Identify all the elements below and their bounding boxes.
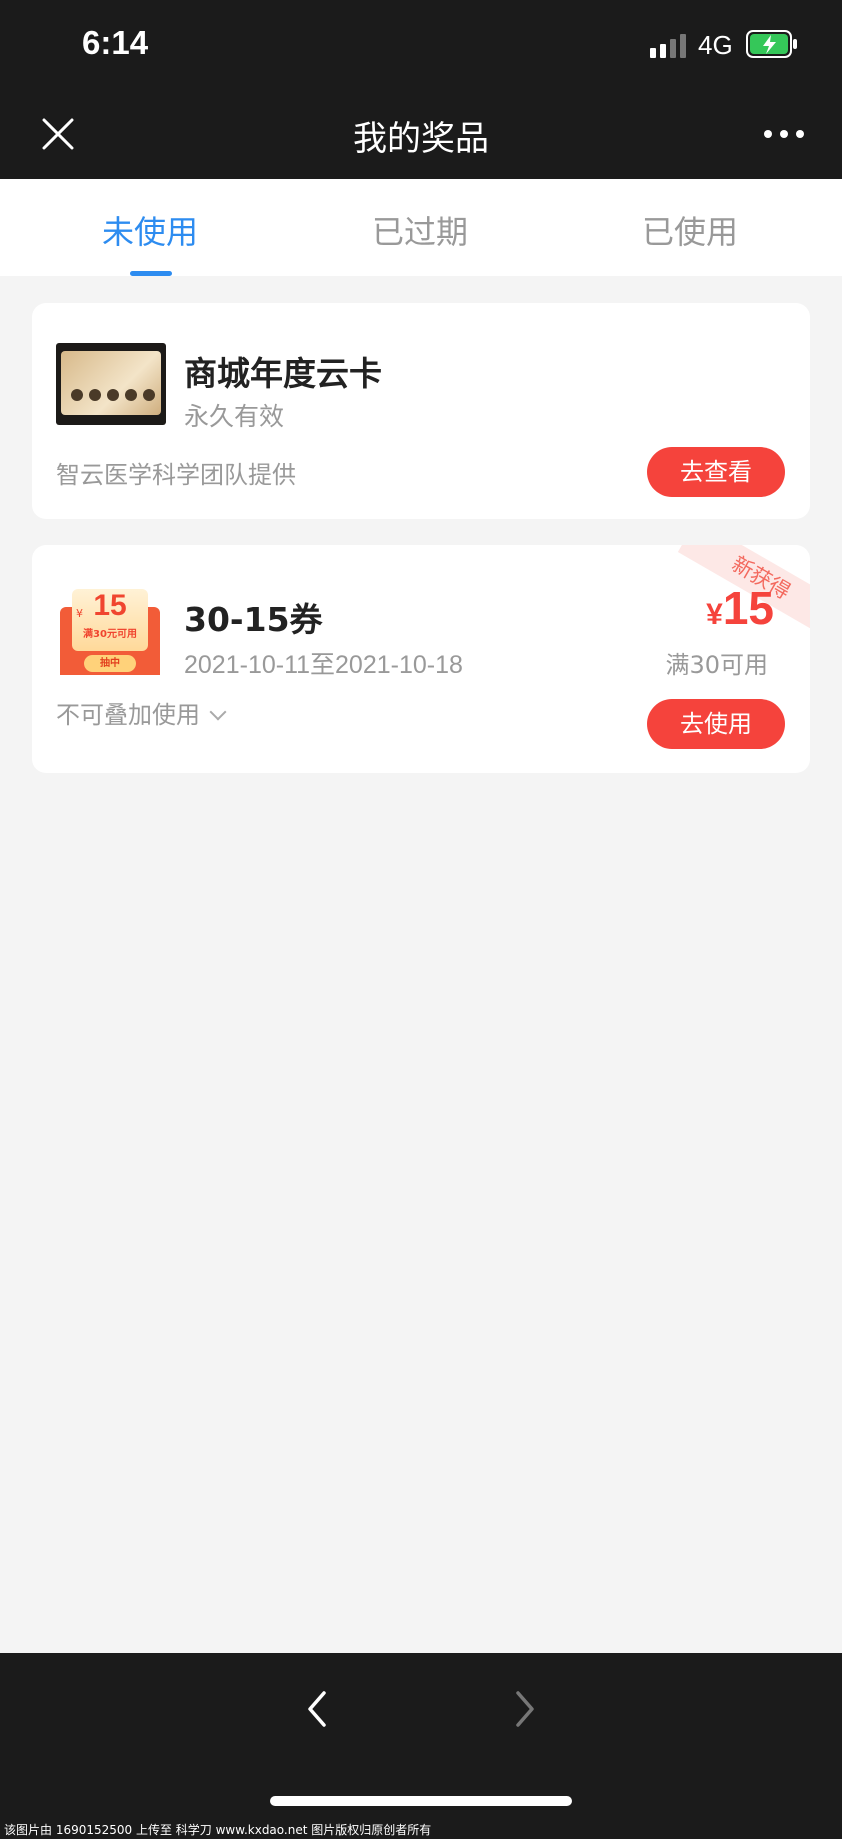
coupon-icon-amount: 15 (93, 589, 127, 622)
tab-active-indicator (130, 271, 172, 276)
prize-title: 30-15券 (184, 600, 323, 639)
forward-arrow-icon[interactable] (506, 1689, 542, 1729)
tab-used[interactable]: 已使用 (590, 207, 790, 253)
use-button[interactable]: 去使用 (647, 699, 785, 749)
prize-title: 商城年度云卡 (184, 354, 382, 393)
view-button[interactable]: 去查看 (647, 447, 785, 497)
status-time: 6:14 (82, 24, 149, 61)
coupon-envelope-icon: ¥ 15 满30元可用 抽中 (60, 589, 164, 675)
tab-bar: 未使用 已过期 已使用 (0, 179, 842, 276)
home-indicator (270, 1796, 572, 1806)
prize-provider: 智云医学科学团队提供 (56, 461, 296, 489)
stack-rule-label: 不可叠加使用 (56, 701, 200, 729)
network-type: 4G (698, 30, 733, 60)
more-icon[interactable] (762, 124, 806, 144)
bottom-nav-bar: 该图片由 1690152500 上传至 科学刀 www.kxdao.net 图片… (0, 1653, 842, 1839)
tab-unused[interactable]: 未使用 (50, 207, 250, 253)
back-arrow-icon[interactable] (300, 1689, 336, 1729)
prize-validity-dates: 2021-10-11至2021-10-18 (184, 651, 463, 679)
prize-card-coupon: 新获得 ¥ 15 满30元可用 抽中 30-15券 2021-10-11至202… (32, 545, 810, 773)
tab-expired[interactable]: 已过期 (320, 207, 520, 253)
coupon-icon-condition: 满30元可用 (83, 629, 137, 640)
coupon-condition: 满30可用 (665, 651, 768, 679)
cloud-card-thumbnail (56, 343, 166, 425)
prize-validity: 永久有效 (184, 402, 285, 431)
coupon-amount: 15 (722, 582, 774, 634)
watermark-text: 该图片由 1690152500 上传至 科学刀 www.kxdao.net 图片… (4, 1823, 432, 1837)
chevron-down-icon (209, 703, 227, 721)
battery-charging-icon (746, 30, 797, 58)
page-title: 我的奖品 (353, 119, 489, 159)
prize-card-cloud-card: 商城年度云卡 永久有效 智云医学科学团队提供 去查看 (32, 303, 810, 519)
signal-icon (650, 34, 686, 58)
currency-symbol: ¥ (706, 598, 723, 631)
coupon-icon-draw-label: 抽中 (84, 655, 136, 672)
top-bar: 6:14 4G 我的奖品 (0, 0, 842, 179)
stack-rule-toggle[interactable]: 不可叠加使用 (56, 695, 227, 730)
coupon-value: ¥15 (706, 581, 774, 635)
